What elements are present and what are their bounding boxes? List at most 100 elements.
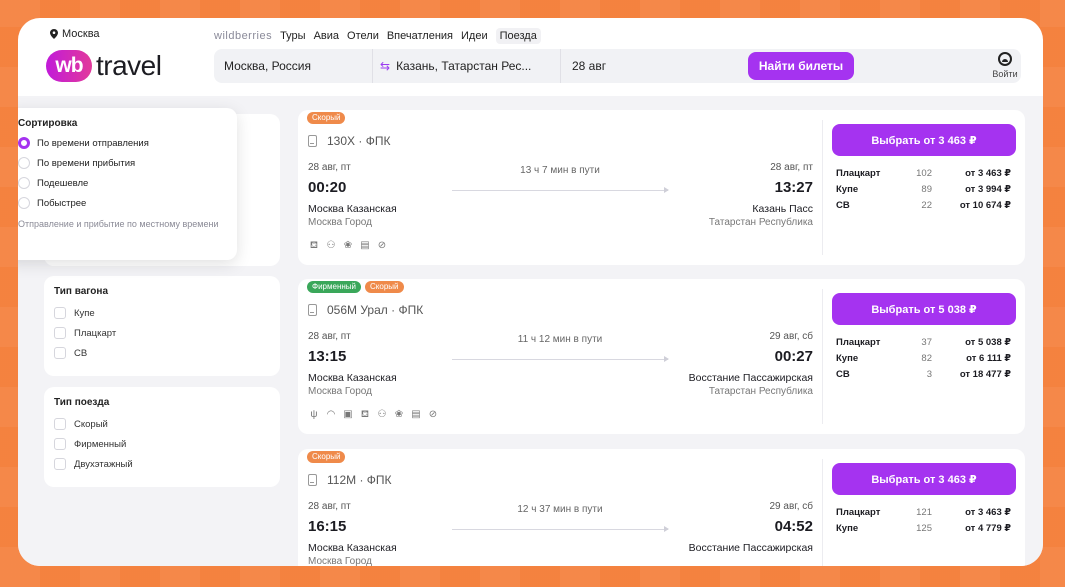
top-nav: wildberries Туры Авиа Отели Впечатления …: [214, 28, 541, 44]
nav-item-trains[interactable]: Поезда: [495, 28, 541, 44]
checkbox-platskart[interactable]: Плацкарт: [54, 327, 270, 339]
logo[interactable]: wb travel: [46, 50, 162, 82]
badges: Скорый: [307, 112, 346, 124]
nav-item-avia[interactable]: Авиа: [314, 30, 339, 42]
amenities: ψ ◠ ▣ ⛾ ⚇ ❀ ▤ ⊘: [308, 409, 439, 421]
train-card[interactable]: Фирменный Скорый 056М Урал · ФПК 28 авг, пт…: [298, 279, 1025, 434]
price-row[interactable]: СВ 22 от 10 674 ₽: [836, 200, 1011, 211]
select-ticket-button[interactable]: Выбрать от 3 463 ₽: [832, 124, 1016, 156]
nav-item-tours[interactable]: Туры: [280, 30, 306, 42]
price-row[interactable]: Купе 125 от 4 779 ₽: [836, 523, 1011, 534]
train-number: 112М · ФПК: [308, 473, 392, 487]
price: от 3 463 ₽: [965, 168, 1011, 179]
amenity-icon[interactable]: ⚇: [325, 240, 337, 252]
price: от 3 994 ₽: [965, 184, 1011, 195]
seats-count: 121: [916, 507, 932, 518]
price-row[interactable]: Плацкарт 121 от 3 463 ₽: [836, 507, 1011, 518]
amenity-icon[interactable]: ▤: [359, 240, 371, 252]
train-type-filter: Тип поезда Скорый Фирменный Двухэтажный: [44, 387, 280, 487]
arrival-region: Татарстан Республика: [708, 217, 813, 228]
departure-station: Москва Казанская: [308, 203, 397, 215]
city-selector[interactable]: Москва: [50, 28, 100, 40]
price-row[interactable]: Плацкарт 37 от 5 038 ₽: [836, 337, 1011, 348]
wagon-class: Купе: [836, 184, 859, 195]
amenity-icon[interactable]: ❀: [342, 240, 354, 252]
price-row[interactable]: СВ 3 от 18 477 ₽: [836, 369, 1011, 380]
departure-date: 28 авг, пт: [308, 501, 351, 512]
seats-count: 3: [926, 369, 932, 380]
seats-count: 82: [921, 353, 932, 364]
checkbox[interactable]: [54, 327, 66, 339]
amenity-icon[interactable]: ▤: [410, 409, 422, 421]
checkbox[interactable]: [54, 438, 66, 450]
radio-label: Подешевле: [37, 177, 89, 189]
train-number-label: 130Х · ФПК: [327, 134, 391, 148]
radio[interactable]: [18, 177, 30, 189]
arrival-station: Восстание Пассажирская: [688, 372, 813, 384]
sort-option-cheaper[interactable]: Подешевле: [18, 177, 223, 189]
radio[interactable]: [18, 197, 30, 209]
checkbox-kupe[interactable]: Купе: [54, 307, 270, 319]
departure-date: 28 авг, пт: [308, 331, 351, 342]
checkbox-label: Двухэтажный: [74, 458, 133, 470]
checkbox-sv[interactable]: СВ: [54, 347, 270, 359]
departure-date: 28 авг, пт: [308, 162, 351, 173]
radio[interactable]: [18, 157, 30, 169]
swap-icon[interactable]: ⇆: [380, 59, 390, 73]
sort-option-departure[interactable]: По времени отправления: [18, 137, 223, 149]
amenity-icon[interactable]: ⛾: [359, 409, 371, 421]
select-ticket-button[interactable]: Выбрать от 3 463 ₽: [832, 463, 1016, 495]
nav-item-hotels[interactable]: Отели: [347, 30, 379, 42]
radio-selected[interactable]: [18, 137, 30, 149]
date-field[interactable]: 28 авг: [572, 49, 722, 83]
nav-item-ideas[interactable]: Идеи: [461, 30, 488, 42]
to-field[interactable]: ⇆ Казань, Татарстан Рес...: [380, 49, 560, 83]
find-tickets-button[interactable]: Найти билеты: [748, 52, 854, 80]
radio-label: Побыстрее: [37, 197, 87, 209]
amenity-icon[interactable]: ▣: [342, 409, 354, 421]
checkbox[interactable]: [54, 418, 66, 430]
price: от 4 779 ₽: [965, 523, 1011, 534]
wagon-type-title: Тип вагона: [54, 286, 109, 297]
location-pin-icon: [50, 29, 58, 39]
nav-brand[interactable]: wildberries: [214, 30, 272, 42]
wagon-class: Плацкарт: [836, 507, 881, 518]
from-value: Москва, Россия: [224, 59, 311, 73]
wagon-class: Купе: [836, 523, 859, 534]
checkbox-branded[interactable]: Фирменный: [54, 438, 270, 450]
sort-title: Сортировка: [18, 118, 78, 129]
arrival-date: 29 авг, сб: [769, 331, 814, 342]
checkbox-fast[interactable]: Скорый: [54, 418, 270, 430]
checkbox[interactable]: [54, 458, 66, 470]
price-row[interactable]: Купе 89 от 3 994 ₽: [836, 184, 1011, 195]
amenity-icon[interactable]: ⊘: [427, 409, 439, 421]
arrival-station: Восстание Пассажирская: [688, 542, 813, 554]
price-row[interactable]: Купе 82 от 6 111 ₽: [836, 353, 1011, 364]
user-icon: [998, 52, 1012, 66]
arrival-station: Казань Пасс: [752, 203, 813, 215]
amenity-icon[interactable]: ⚇: [376, 409, 388, 421]
train-card[interactable]: Скорый 112М · ФПК 28 авг, пт 16:15 12 ч 37 м…: [298, 449, 1025, 566]
amenity-icon[interactable]: ◠: [325, 409, 337, 421]
wagon-class: СВ: [836, 200, 850, 211]
price: от 5 038 ₽: [965, 337, 1011, 348]
seats-count: 89: [921, 184, 932, 195]
train-card[interactable]: Скорый 130Х · ФПК 28 авг, пт 00:20 13 ч 7 ми…: [298, 110, 1025, 265]
amenity-icon[interactable]: ⊘: [376, 240, 388, 252]
checkbox[interactable]: [54, 307, 66, 319]
select-ticket-button[interactable]: Выбрать от 5 038 ₽: [832, 293, 1016, 325]
nav-item-experiences[interactable]: Впечатления: [387, 30, 453, 42]
checkbox-double-decker[interactable]: Двухэтажный: [54, 458, 270, 470]
amenity-icon[interactable]: ⛾: [308, 240, 320, 252]
amenity-icon[interactable]: ❀: [393, 409, 405, 421]
from-field[interactable]: Москва, Россия: [224, 49, 374, 83]
seats-count: 125: [916, 523, 932, 534]
login-button[interactable]: Войти: [990, 52, 1020, 79]
checkbox[interactable]: [54, 347, 66, 359]
badge-fast: Скорый: [365, 281, 404, 293]
sort-option-arrival[interactable]: По времени прибытия: [18, 157, 223, 169]
sort-option-faster[interactable]: Побыстрее: [18, 197, 223, 209]
amenity-icon[interactable]: ψ: [308, 409, 320, 421]
checkbox-label: Скорый: [74, 418, 108, 430]
price-row[interactable]: Плацкарт 102 от 3 463 ₽: [836, 168, 1011, 179]
